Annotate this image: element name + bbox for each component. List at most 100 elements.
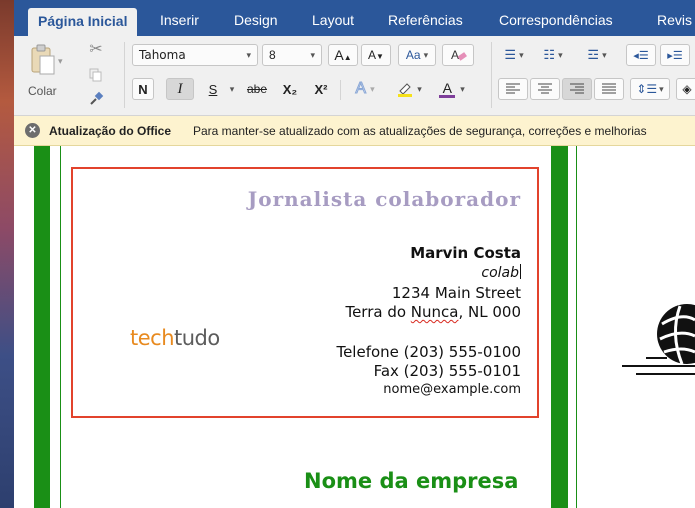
superscript-button[interactable]: X²: [309, 78, 333, 100]
card-fax[interactable]: Fax (203) 555-0101: [374, 362, 521, 380]
page-border-right: [551, 146, 568, 508]
bold-icon: N: [138, 81, 148, 97]
notification-title: Atualização do Office: [49, 124, 172, 138]
underline-button[interactable]: S: [202, 78, 224, 100]
center-button[interactable]: [530, 78, 560, 100]
font-family-select[interactable]: Tahoma ▾: [132, 44, 258, 66]
card-name[interactable]: Marvin Costa: [410, 244, 521, 262]
svg-text:A: A: [451, 48, 459, 62]
page-border-right-outer: [576, 146, 577, 508]
change-case-button[interactable]: Aa ▾: [398, 44, 436, 66]
align-left-icon: [506, 83, 520, 94]
center-icon: [538, 83, 552, 94]
font-size-value: 8: [269, 48, 276, 62]
chevron-down-icon: ▾: [460, 83, 465, 94]
tab-layout[interactable]: Layout: [312, 12, 354, 28]
card-address-line-2[interactable]: Terra do Nunca, NL 000: [345, 303, 521, 321]
clear-formatting-icon: A: [451, 48, 467, 62]
strikethrough-button[interactable]: abe: [242, 78, 272, 100]
copy-icon: [89, 68, 102, 82]
increase-indent-button[interactable]: ▸☰: [660, 44, 690, 66]
decrease-indent-button[interactable]: ◂☰: [626, 44, 656, 66]
shrink-font-button[interactable]: A▼: [361, 44, 391, 66]
ribbon-separator: [340, 80, 341, 100]
align-right-button[interactable]: [562, 78, 592, 100]
document-page[interactable]: Jornalista colaborador Marvin Costa cola…: [14, 146, 695, 508]
line-spacing-icon: ⇕☰: [636, 82, 658, 96]
ribbon-separator: [124, 42, 125, 108]
notification-message: Para manter-se atualizado com as atualiz…: [193, 124, 647, 138]
cut-icon: ✂: [89, 41, 103, 58]
chevron-down-icon: ▾: [246, 49, 251, 60]
grow-font-button[interactable]: A▲: [328, 44, 358, 66]
align-left-button[interactable]: [498, 78, 528, 100]
page-border-left-inner: [60, 146, 61, 508]
clear-formatting-button[interactable]: A: [442, 44, 474, 66]
format-painter-button[interactable]: [84, 88, 108, 110]
grow-font-icon: A▲: [334, 47, 352, 63]
superscript-icon: X²: [314, 81, 328, 97]
chevron-down-icon: ▾: [310, 49, 315, 60]
card-role[interactable]: colab: [481, 264, 521, 281]
chevron-down-icon: ▾: [602, 49, 607, 60]
font-size-select[interactable]: 8 ▾: [262, 44, 322, 66]
paste-dropdown-icon: ▾: [58, 56, 63, 66]
company-name[interactable]: Nome da empresa: [304, 469, 518, 493]
tab-design[interactable]: Design: [234, 12, 278, 28]
highlight-button[interactable]: ▾: [390, 78, 428, 100]
multilevel-list-button[interactable]: ☲ ▾: [577, 44, 617, 66]
subscript-button[interactable]: X₂: [278, 78, 302, 100]
chevron-down-icon: ▾: [423, 49, 429, 60]
format-painter-icon: [90, 91, 104, 105]
word-window: Página Inicial Inserir Design Layout Ref…: [14, 0, 695, 508]
justify-button[interactable]: [594, 78, 624, 100]
chevron-down-icon: ▾: [229, 83, 235, 94]
ribbon-separator: [491, 42, 492, 108]
tab-inserir[interactable]: Inserir: [160, 12, 199, 28]
chevron-down-icon: ▾: [659, 83, 664, 94]
font-color-button[interactable]: A ▾: [432, 78, 472, 100]
copy-button[interactable]: [84, 64, 108, 86]
cut-button[interactable]: ✂: [84, 38, 108, 60]
card-email[interactable]: nome@example.com: [383, 382, 521, 397]
bullets-icon: ☰: [504, 47, 517, 62]
globe-icon: [622, 304, 695, 375]
tab-correspondencias[interactable]: Correspondências: [499, 12, 613, 28]
paste-icon: [31, 44, 55, 75]
document-area[interactable]: Jornalista colaborador Marvin Costa cola…: [14, 146, 695, 508]
notification-close-icon[interactable]: ✕: [25, 123, 40, 138]
shrink-font-icon: A▼: [368, 48, 384, 62]
align-right-icon: [570, 83, 584, 94]
business-card[interactable]: Jornalista colaborador Marvin Costa cola…: [71, 167, 539, 418]
shading-button[interactable]: ◈: [676, 78, 695, 100]
page-border-left: [34, 146, 50, 508]
numbering-button[interactable]: ☷ ▾: [535, 44, 571, 66]
card-phone[interactable]: Telefone (203) 555-0100: [336, 343, 521, 361]
text-effects-icon: A: [355, 80, 367, 98]
ribbon-tab-bar: Página Inicial Inserir Design Layout Ref…: [14, 0, 695, 36]
tab-revisao[interactable]: Revis: [657, 12, 692, 28]
increase-indent-icon: ▸☰: [667, 49, 683, 62]
italic-button[interactable]: I: [166, 78, 194, 100]
underline-dropdown[interactable]: ▾: [226, 78, 238, 100]
bold-button[interactable]: N: [132, 78, 154, 100]
bullets-button[interactable]: ☰ ▾: [496, 44, 532, 66]
desktop-background: [0, 0, 14, 508]
update-notification-bar: ✕ Atualização do Office Para manter-se a…: [14, 116, 695, 146]
shading-icon: ◈: [682, 82, 692, 96]
tab-referencias[interactable]: Referências: [388, 12, 463, 28]
chevron-down-icon: ▾: [417, 83, 422, 94]
text-effects-button[interactable]: A ▾: [346, 78, 384, 100]
paste-button[interactable]: ▾ Colar: [22, 40, 70, 102]
underline-icon: S: [208, 81, 218, 97]
chevron-down-icon: ▾: [519, 49, 524, 60]
text-cursor: [520, 264, 521, 279]
card-address-line-1[interactable]: 1234 Main Street: [392, 284, 521, 302]
font-family-value: Tahoma: [139, 48, 186, 62]
line-spacing-button[interactable]: ⇕☰ ▾: [630, 78, 670, 100]
numbering-icon: ☷: [543, 47, 556, 62]
tab-pagina-inicial[interactable]: Página Inicial: [28, 8, 138, 36]
spelling-error-underline: Nunca: [410, 303, 459, 321]
subscript-icon: X₂: [282, 81, 298, 97]
card-job-title[interactable]: Jornalista colaborador: [248, 187, 521, 211]
